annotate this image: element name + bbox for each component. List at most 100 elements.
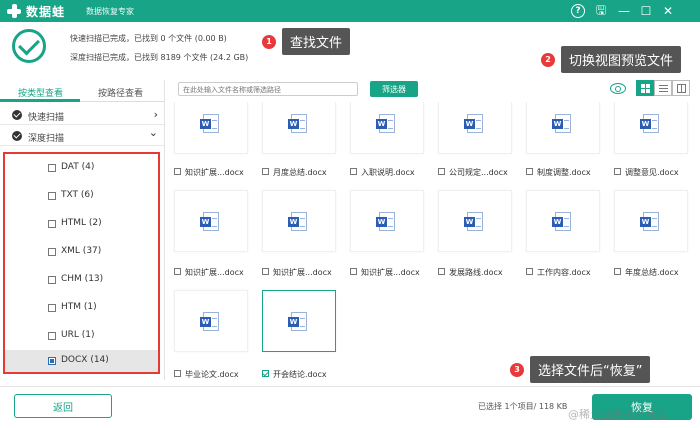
- file-tile[interactable]: [526, 102, 600, 154]
- word-document-icon: [640, 114, 659, 133]
- word-document-icon: [552, 212, 571, 231]
- type-checkbox[interactable]: [48, 248, 56, 256]
- maximize-icon[interactable]: ☐: [638, 3, 654, 19]
- file-checkbox[interactable]: [438, 268, 445, 275]
- file-tile[interactable]: [174, 290, 248, 352]
- list-view-button[interactable]: [654, 80, 672, 96]
- type-item-htm[interactable]: HTM (1): [5, 294, 158, 322]
- file-checkbox[interactable]: [174, 268, 181, 275]
- file-tile[interactable]: [174, 102, 248, 154]
- type-label: URL (1): [61, 330, 95, 340]
- check-dot-icon: [12, 131, 22, 141]
- search-input[interactable]: [183, 84, 353, 95]
- file-label: 知识扩展...docx: [174, 267, 258, 277]
- word-document-icon: [552, 114, 571, 133]
- file-tile[interactable]: [614, 190, 688, 252]
- file-tile[interactable]: [438, 102, 512, 154]
- type-item-dat[interactable]: DAT (4): [5, 154, 158, 182]
- word-document-icon: [376, 212, 395, 231]
- callout-number: 2: [541, 52, 555, 67]
- type-item-docx[interactable]: DOCX (14): [5, 350, 158, 372]
- file-tile[interactable]: [174, 190, 248, 252]
- file-name: 公司规定...docx: [449, 168, 508, 177]
- tree-deep-scan[interactable]: 深度扫描 ⌄: [0, 126, 164, 146]
- file-grid: 知识扩展...docx 月度总结.docx 入职说明.docx 公司规定...docx…: [166, 102, 700, 384]
- file-name: 制度调整.docx: [537, 168, 591, 177]
- file-name: 调整意见.docx: [625, 168, 679, 177]
- file-checkbox[interactable]: [174, 370, 181, 377]
- word-document-icon: [376, 114, 395, 133]
- file-label: 月度总结.docx: [262, 167, 346, 177]
- grid-view-button[interactable]: [636, 80, 654, 96]
- file-tile[interactable]: [438, 190, 512, 252]
- file-tile[interactable]: [526, 190, 600, 252]
- type-item-chm[interactable]: CHM (13): [5, 266, 158, 294]
- type-item-txt[interactable]: TXT (6): [5, 182, 158, 210]
- type-checkbox[interactable]: [48, 332, 56, 340]
- scan-complete-check-icon: [12, 29, 46, 63]
- file-checkbox[interactable]: [262, 168, 269, 175]
- type-checkbox[interactable]: [48, 164, 56, 172]
- bottom-divider: [0, 386, 700, 387]
- file-type-list: DAT (4) TXT (6) HTML (2) XML (37) CHM (1…: [3, 152, 160, 374]
- file-tile[interactable]: [350, 190, 424, 252]
- file-checkbox[interactable]: [350, 168, 357, 175]
- preview-eye-icon[interactable]: [610, 83, 626, 94]
- file-tile[interactable]: [614, 102, 688, 154]
- type-label: HTML (2): [61, 218, 102, 228]
- file-tile[interactable]: [262, 102, 336, 154]
- file-checkbox[interactable]: [262, 370, 269, 377]
- file-checkbox[interactable]: [526, 168, 533, 175]
- type-checkbox[interactable]: [48, 220, 56, 228]
- file-name: 发展路线.docx: [449, 268, 503, 277]
- close-icon[interactable]: ✕: [660, 3, 676, 19]
- filter-button[interactable]: 筛选器: [370, 81, 418, 97]
- file-checkbox[interactable]: [438, 168, 445, 175]
- file-label: 知识扩展...docx: [174, 167, 258, 177]
- app-subtitle: 数据恢复专家: [86, 7, 134, 16]
- callout-number: 1: [262, 34, 276, 49]
- word-document-icon: [464, 212, 483, 231]
- file-checkbox[interactable]: [174, 168, 181, 175]
- tree-label: 深度扫描: [28, 134, 65, 144]
- tree-quick-scan[interactable]: 快速扫描 ›: [0, 105, 164, 125]
- type-item-xml[interactable]: XML (37): [5, 238, 158, 266]
- file-label: 年度总结.docx: [614, 267, 698, 277]
- tab-by-type[interactable]: 按类型查看: [18, 86, 63, 99]
- minimize-icon[interactable]: —: [616, 3, 632, 19]
- file-name: 入职说明.docx: [361, 168, 415, 177]
- word-document-icon: [640, 212, 659, 231]
- file-label: 调整意见.docx: [614, 167, 698, 177]
- file-name: 知识扩展...docx: [273, 268, 332, 277]
- file-checkbox[interactable]: [614, 268, 621, 275]
- file-tile[interactable]: [262, 290, 336, 352]
- file-tile[interactable]: [350, 102, 424, 154]
- chevron-right-icon[interactable]: ›: [154, 108, 158, 121]
- type-checkbox[interactable]: [48, 357, 56, 365]
- file-name: 知识扩展...docx: [361, 268, 420, 277]
- type-label: XML (37): [61, 246, 102, 256]
- callout-text: 切换视图预览文件: [561, 46, 682, 73]
- file-checkbox[interactable]: [350, 268, 357, 275]
- file-checkbox[interactable]: [614, 168, 621, 175]
- type-item-html[interactable]: HTML (2): [5, 210, 158, 238]
- file-checkbox[interactable]: [262, 268, 269, 275]
- file-name: 开会结论.docx: [273, 370, 327, 379]
- detail-view-button[interactable]: [672, 80, 690, 96]
- tree-label: 快速扫描: [28, 113, 65, 123]
- type-item-url[interactable]: URL (1): [5, 322, 158, 350]
- chevron-down-icon[interactable]: ⌄: [149, 126, 158, 139]
- back-button[interactable]: 返回: [14, 394, 112, 418]
- help-icon[interactable]: ?: [571, 4, 585, 18]
- file-checkbox[interactable]: [526, 268, 533, 275]
- type-checkbox[interactable]: [48, 304, 56, 312]
- type-checkbox[interactable]: [48, 276, 56, 284]
- save-icon[interactable]: 🖫: [593, 3, 609, 19]
- type-checkbox[interactable]: [48, 192, 56, 200]
- word-document-icon: [200, 212, 219, 231]
- word-document-icon: [464, 114, 483, 133]
- tab-by-path[interactable]: 按路径查看: [98, 86, 143, 99]
- file-tile[interactable]: [262, 190, 336, 252]
- list-view-icon: [659, 85, 668, 92]
- file-label: 公司规定...docx: [438, 167, 522, 177]
